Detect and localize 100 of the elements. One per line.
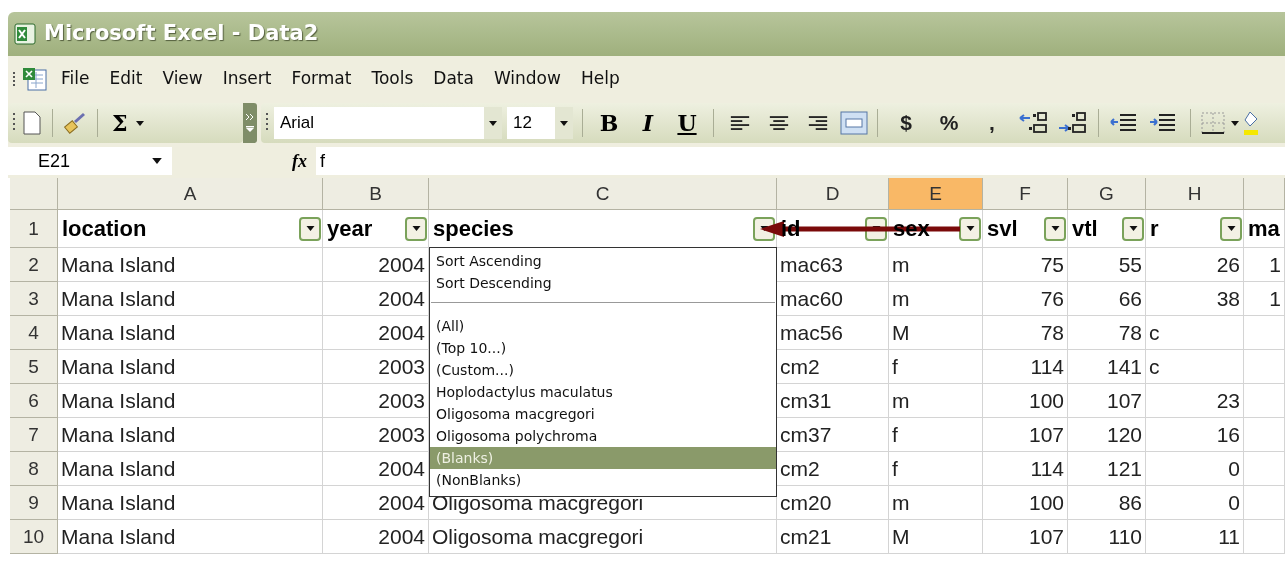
table-cell: 1 [1244, 282, 1285, 316]
row-header[interactable]: 5 [10, 350, 58, 384]
font-size-field[interactable]: 12 [507, 107, 573, 139]
font-style-button[interactable]: I [631, 106, 665, 140]
caret-icon [135, 120, 144, 126]
header-text: year [327, 215, 373, 243]
table-cell: cm20 [777, 486, 889, 520]
name-box[interactable]: E21 [8, 147, 172, 175]
formula-field[interactable]: f [316, 147, 1285, 175]
filter-button[interactable] [405, 216, 427, 241]
filter-option[interactable]: (Top 10...) [430, 337, 776, 359]
table-cell: 2004 [323, 316, 429, 350]
table-cell: cm37 [777, 418, 889, 452]
menu-item[interactable]: Sort Descending [430, 272, 776, 294]
borders-icon[interactable] [1200, 111, 1226, 135]
column-header[interactable]: F [983, 178, 1068, 210]
filter-option[interactable]: Oligosoma polychroma [430, 425, 776, 447]
table-cell: 76 [983, 282, 1068, 316]
number-format-button[interactable]: $ [887, 107, 925, 139]
column-header[interactable]: G [1068, 178, 1146, 210]
column-header[interactable]: C [429, 178, 777, 210]
row-header[interactable]: 6 [10, 384, 58, 418]
brush-icon[interactable] [63, 111, 87, 135]
table-cell: c [1146, 350, 1244, 384]
workbook-icon[interactable] [22, 66, 48, 92]
table-cell: m [889, 384, 983, 418]
caret-icon [965, 226, 975, 231]
table-cell: Mana Island [58, 282, 323, 316]
table-cell: Mana Island [58, 350, 323, 384]
grip-icon [12, 71, 16, 87]
table-cell: M [889, 316, 983, 350]
row-header[interactable]: 4 [10, 316, 58, 350]
table-cell: Oligosoma macgregori [429, 520, 777, 554]
column-header[interactable]: E [889, 178, 983, 210]
row-header[interactable]: 7 [10, 418, 58, 452]
fill-color-icon[interactable] [1244, 110, 1258, 136]
header-text: svl [987, 215, 1018, 243]
filter-button[interactable] [1122, 216, 1144, 241]
table-cell: 100 [983, 486, 1068, 520]
table-cell: 26 [1146, 248, 1244, 282]
table-cell: Mana Island [58, 248, 323, 282]
row-header[interactable]: 10 [10, 520, 58, 554]
align-center-icon[interactable] [769, 115, 789, 131]
row-header[interactable]: 2 [10, 248, 58, 282]
menu-item[interactable]: Data [430, 66, 477, 92]
column-header[interactable]: A [58, 178, 323, 210]
menu-item[interactable]: Window [490, 66, 564, 92]
table-cell: 107 [1068, 384, 1146, 418]
menu-item[interactable]: File [58, 66, 93, 92]
row-header[interactable]: 1 [10, 210, 58, 248]
font-style-button[interactable]: B [592, 106, 626, 140]
table-cell: cm31 [777, 384, 889, 418]
table-cell: 55 [1068, 248, 1146, 282]
table-cell: 2004 [323, 486, 429, 520]
autosum-button[interactable]: Σ [108, 106, 148, 140]
font-name-field[interactable]: Arial [274, 107, 502, 139]
row-header[interactable]: 9 [10, 486, 58, 520]
menu-item[interactable]: Insert [219, 66, 275, 92]
filter-option[interactable]: (Custom...) [430, 359, 776, 381]
menu-item[interactable]: Tools [368, 66, 417, 92]
filter-button[interactable] [299, 216, 321, 241]
menu-item[interactable]: Edit [106, 66, 146, 92]
row-header[interactable]: 3 [10, 282, 58, 316]
table-cell: 2003 [323, 418, 429, 452]
menu-item[interactable]: Format [288, 66, 355, 92]
table-cell: 2003 [323, 350, 429, 384]
filter-button[interactable] [959, 216, 981, 241]
align-right-icon[interactable] [808, 115, 828, 131]
number-format-button[interactable]: % [930, 107, 968, 139]
font-style-button[interactable]: U [670, 106, 704, 140]
table-cell: f [889, 418, 983, 452]
table-cell: 0 [1146, 486, 1244, 520]
table-cell: f [889, 452, 983, 486]
row-header[interactable]: 8 [10, 452, 58, 486]
align-left-icon[interactable] [730, 115, 750, 131]
table-cell: 1 [1244, 248, 1285, 282]
table-cell: 141 [1068, 350, 1146, 384]
insert-function-button[interactable]: fx [292, 147, 312, 175]
toolbar-options-button[interactable] [243, 103, 257, 143]
table-cell: 107 [983, 520, 1068, 554]
caret-icon [489, 120, 497, 126]
menu-item[interactable]: Sort Ascending [430, 250, 776, 272]
column-header[interactable]: B [323, 178, 429, 210]
filter-option[interactable]: Hoplodactylus maculatus [430, 381, 776, 403]
number-format-button[interactable]: , [973, 107, 1011, 139]
menu-item[interactable]: Help [577, 66, 623, 92]
font-name-value: Arial [280, 112, 314, 135]
menu-item[interactable]: View [159, 66, 206, 92]
filter-option[interactable]: Oligosoma macgregori [430, 403, 776, 425]
table-cell: m [889, 248, 983, 282]
table-cell: cm21 [777, 520, 889, 554]
filter-button[interactable] [1044, 216, 1066, 241]
new-document-icon[interactable] [22, 111, 42, 135]
filter-option[interactable]: (All) [430, 315, 776, 337]
filter-button[interactable] [1220, 216, 1242, 241]
table-cell: 11 [1146, 520, 1244, 554]
table-cell: 2004 [323, 520, 429, 554]
column-header[interactable]: H [1146, 178, 1244, 210]
column-header[interactable]: D [777, 178, 889, 210]
header-text: species [433, 215, 514, 243]
